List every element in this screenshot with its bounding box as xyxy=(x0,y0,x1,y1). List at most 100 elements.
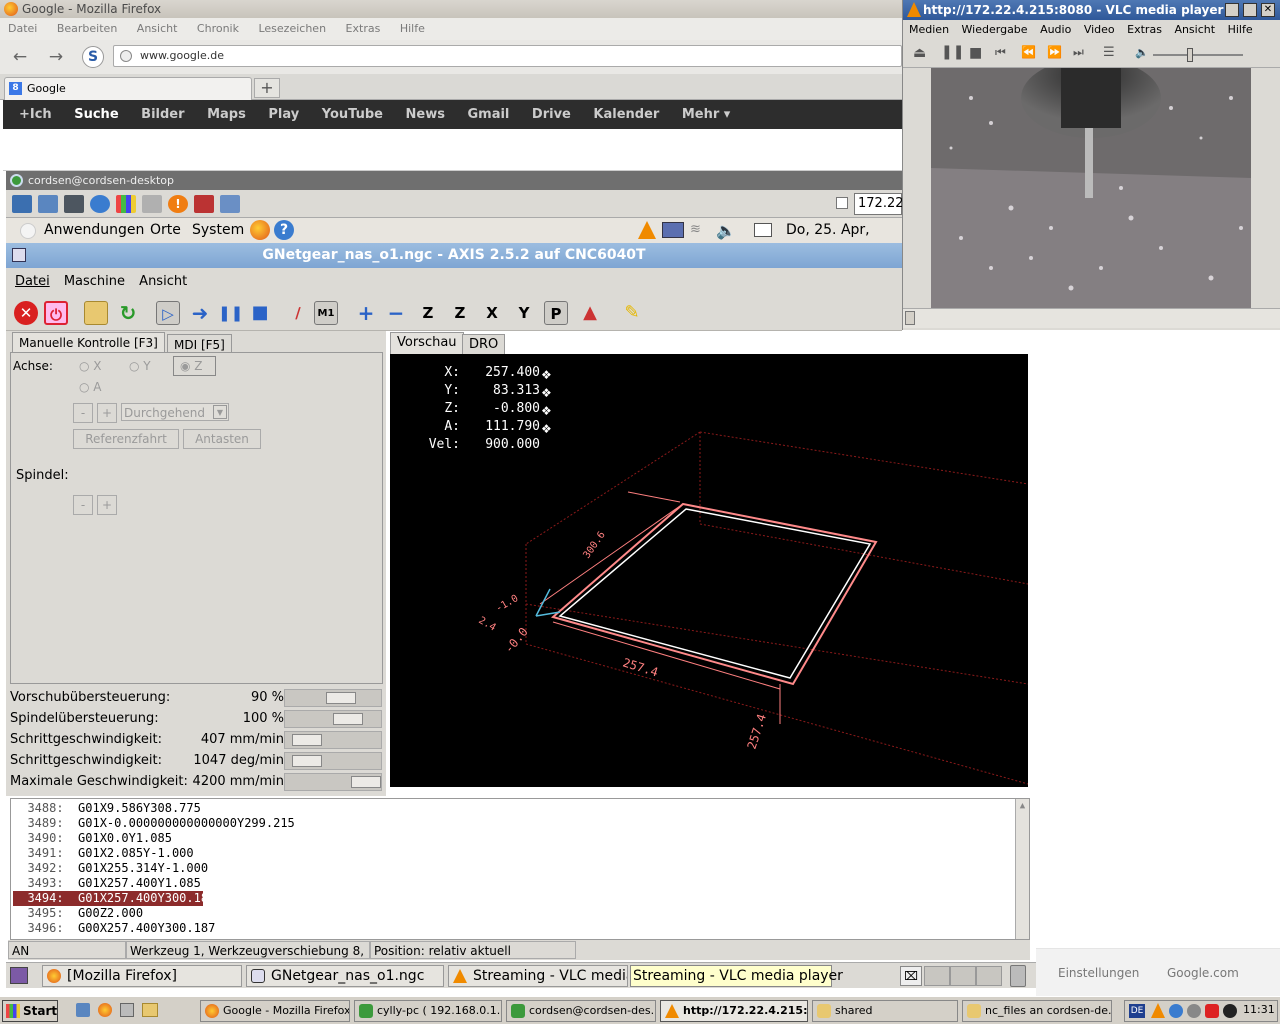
menu-extras[interactable]: Extras xyxy=(346,22,381,35)
referenzfahrt-button[interactable]: Referenzfahrt xyxy=(73,429,179,449)
vlc-menu-video[interactable]: Video xyxy=(1084,23,1115,36)
start-button[interactable]: Start xyxy=(2,1000,58,1022)
win-task-shared[interactable]: shared xyxy=(812,1000,958,1022)
estop-icon[interactable]: ✕ xyxy=(14,301,38,325)
windows-icon[interactable] xyxy=(38,195,58,213)
rotate-view-icon[interactable]: ▲ xyxy=(578,301,602,325)
axis-menu-maschine[interactable]: Maschine xyxy=(64,274,125,289)
gcode-line[interactable]: 3491: G01X2.085Y-1.000 xyxy=(13,846,193,861)
vlc-seekbar[interactable] xyxy=(903,308,1280,328)
rewind-icon[interactable]: ⏪ xyxy=(1021,45,1036,59)
gnome-menu-system[interactable]: System xyxy=(192,218,244,243)
win-task-cordsen[interactable]: cordsen@cordsen-des... xyxy=(506,1000,656,1022)
help-icon[interactable]: ? xyxy=(274,220,294,240)
pause-icon[interactable]: ❚❚ xyxy=(218,301,243,325)
gbar-kalender[interactable]: Kalender xyxy=(593,107,659,122)
vlc-menu-hilfe[interactable]: Hilfe xyxy=(1228,23,1253,36)
win-task-firefox[interactable]: Google - Mozilla Firefox xyxy=(200,1000,350,1022)
view-z-icon[interactable]: Z xyxy=(416,301,440,325)
vlc-menu-medien[interactable]: Medien xyxy=(909,23,949,36)
scroll-up-icon[interactable]: ▲ xyxy=(1016,799,1029,814)
vlc-menu-audio[interactable]: Audio xyxy=(1040,23,1071,36)
machine-power-icon[interactable]: ⏻ xyxy=(44,301,68,325)
slider-knob[interactable] xyxy=(292,755,322,767)
gbar-maps[interactable]: Maps xyxy=(207,107,246,122)
vnc-task-axis[interactable]: GNetgear_nas_o1.ngc xyxy=(246,965,444,987)
fullscreen-icon[interactable] xyxy=(220,195,240,213)
gbar-youtube[interactable]: YouTube xyxy=(322,107,383,122)
gcode-line[interactable]: 3496: G00X257.400Y300.187 xyxy=(13,921,215,936)
tray-vlc-icon[interactable] xyxy=(1151,1003,1165,1018)
tab-mdi[interactable]: MDI [F5] xyxy=(167,334,232,354)
vlc-stop-icon[interactable]: ■ xyxy=(969,45,982,61)
vnc-ip-field[interactable]: 172.22 xyxy=(854,193,904,215)
slider-knob[interactable] xyxy=(351,776,381,788)
menu-ansicht[interactable]: Ansicht xyxy=(137,22,178,35)
language-indicator[interactable]: DE xyxy=(1129,1004,1145,1018)
network-monitor-icon[interactable] xyxy=(662,222,684,238)
eject-icon[interactable]: ⏏ xyxy=(913,45,926,61)
spindle-minus-button[interactable]: - xyxy=(73,495,93,515)
alert-icon[interactable]: ! xyxy=(168,195,188,213)
slider-knob[interactable] xyxy=(333,713,363,725)
workspace-4[interactable] xyxy=(976,966,1002,986)
gbar-mehr[interactable]: Mehr ▾ xyxy=(682,107,730,122)
tray-security-icon[interactable] xyxy=(1187,1004,1201,1018)
quicklaunch-ie-icon[interactable] xyxy=(76,1003,90,1017)
minimize-icon[interactable] xyxy=(1225,3,1239,17)
menu-bearbeiten[interactable]: Bearbeiten xyxy=(57,22,117,35)
view-p-icon[interactable]: P xyxy=(544,301,568,325)
quicklaunch-folder-icon[interactable] xyxy=(142,1003,158,1017)
vlc-menu-wiedergabe[interactable]: Wiedergabe xyxy=(962,23,1028,36)
axis-radio-a[interactable]: ○ A xyxy=(79,380,102,394)
gbar-news[interactable]: News xyxy=(406,107,445,122)
reload-icon[interactable]: ↻ xyxy=(116,301,140,325)
slider-knob[interactable] xyxy=(292,734,322,746)
windows-flag-icon[interactable] xyxy=(116,195,136,213)
win-task-ncfiles[interactable]: nc_files an cordsen-de... xyxy=(962,1000,1112,1022)
spindle-plus-button[interactable]: + xyxy=(97,495,117,515)
drive-icon[interactable] xyxy=(142,195,162,213)
monitor-icon[interactable] xyxy=(12,195,32,213)
sync-s-icon[interactable]: S xyxy=(82,46,104,68)
quicklaunch-desktop-icon[interactable] xyxy=(120,1003,134,1017)
maximize-icon[interactable] xyxy=(1243,3,1257,17)
antasten-button[interactable]: Antasten xyxy=(183,429,261,449)
override-slider[interactable] xyxy=(284,689,382,707)
footer-einstellungen[interactable]: Einstellungen xyxy=(1058,949,1139,997)
tray-antivirus-icon[interactable] xyxy=(1205,1004,1219,1018)
axis-menu-ansicht[interactable]: Ansicht xyxy=(139,274,187,289)
tab-google[interactable]: 8 Google xyxy=(4,77,252,100)
gbar-gmail[interactable]: Gmail xyxy=(467,107,509,122)
axis-radio-x[interactable]: ○ X xyxy=(79,359,102,373)
tray-app-icon[interactable] xyxy=(1223,1004,1237,1018)
forward-arrow-icon[interactable]: → xyxy=(46,48,66,68)
disconnect-icon[interactable] xyxy=(194,195,214,213)
gbar-bilder[interactable]: Bilder xyxy=(141,107,184,122)
override-slider[interactable] xyxy=(284,752,382,770)
show-desktop-icon[interactable] xyxy=(10,967,28,984)
open-file-icon[interactable] xyxy=(84,301,108,325)
axis-menu-datei[interactable]: Datei xyxy=(15,274,50,289)
next-icon[interactable]: ⏭ xyxy=(1073,45,1084,60)
win-task-vlc[interactable]: http://172.22.4.215:... xyxy=(660,1000,808,1022)
vnc-task-firefox[interactable]: [Mozilla Firefox] xyxy=(42,965,242,987)
menu-chronik[interactable]: Chronik xyxy=(197,22,239,35)
toolpath-preview[interactable]: X: Y: Z: A: Vel: 257.400 83.313 -0.800 1… xyxy=(390,354,1028,787)
fast-forward-icon[interactable]: ⏩ xyxy=(1047,45,1062,59)
firefox-launcher-icon[interactable] xyxy=(250,220,270,240)
trash-icon[interactable] xyxy=(1010,965,1026,987)
gbar-ich[interactable]: +Ich xyxy=(19,107,52,122)
gbar-suche[interactable]: Suche xyxy=(74,107,118,122)
back-arrow-icon[interactable]: ← xyxy=(10,48,30,68)
gcode-scrollbar[interactable]: ▲ xyxy=(1015,799,1029,939)
gnome-menu-anwendungen[interactable]: Anwendungen xyxy=(44,218,144,243)
gbar-drive[interactable]: Drive xyxy=(532,107,571,122)
workspace-icon[interactable]: ⌧ xyxy=(900,966,922,986)
workspace-2[interactable] xyxy=(924,966,950,986)
gcode-line[interactable]: 3492: G01X255.314Y-1.000 xyxy=(13,861,208,876)
view-z2-icon[interactable]: Z xyxy=(448,301,472,325)
optional-stop-icon[interactable]: M1 xyxy=(314,301,338,325)
jog-mode-select[interactable]: Durchgehend ▼ xyxy=(121,403,229,421)
zoom-out-icon[interactable]: − xyxy=(384,301,408,325)
